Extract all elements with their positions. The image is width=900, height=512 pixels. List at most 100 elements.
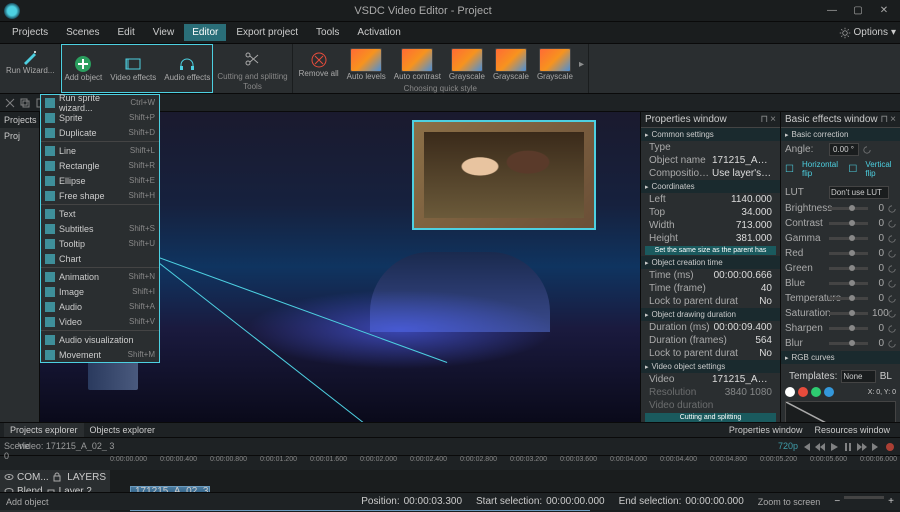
cut-icon[interactable] <box>4 97 16 109</box>
reset-icon[interactable] <box>888 295 896 303</box>
menu-item-ellipse[interactable]: EllipseShift+E <box>41 173 159 188</box>
reset-icon[interactable] <box>888 250 896 258</box>
reset-icon[interactable] <box>888 325 896 333</box>
overlay-video-clip[interactable] <box>412 120 596 230</box>
minimize-button[interactable]: — <box>820 2 844 20</box>
lock-icon[interactable] <box>52 472 62 482</box>
green-slider[interactable] <box>829 267 868 270</box>
menu-item-tooltip[interactable]: TooltipShift+U <box>41 236 159 251</box>
top-value[interactable]: 34.000 <box>741 207 772 218</box>
menu-item-rectangle[interactable]: RectangleShift+R <box>41 158 159 173</box>
menu-item-image[interactable]: ImageShift+I <box>41 284 159 299</box>
video-effects-button[interactable]: Video effects <box>108 53 158 84</box>
video-settings-section[interactable]: Video object settings <box>641 360 780 373</box>
scene-label[interactable]: Scene 0 <box>4 441 16 453</box>
projects-explorer-tab[interactable]: Projects explorer <box>4 423 84 437</box>
comp-value[interactable]: Use layer's properties <box>712 168 772 179</box>
cutting-button[interactable] <box>238 48 266 70</box>
menu-item-line[interactable]: LineShift+L <box>41 143 159 158</box>
temperature-slider[interactable] <box>829 297 868 300</box>
brightness-slider[interactable] <box>829 207 868 210</box>
effects-header[interactable]: Basic effects window ⊓× <box>781 112 900 128</box>
drawing-duration-section[interactable]: Object drawing duration <box>641 308 780 321</box>
timeline-ruler[interactable]: 0:00:00.0000:00:00.4000:00:00.8000:00:01… <box>0 456 900 470</box>
blur-slider[interactable] <box>829 342 868 345</box>
maximize-button[interactable]: ▢ <box>846 2 870 20</box>
angle-input[interactable]: 0.00 ° <box>829 143 859 156</box>
contrast-slider[interactable] <box>829 222 868 225</box>
reset-icon[interactable] <box>888 205 896 213</box>
add-object-button[interactable]: Add object <box>62 53 104 84</box>
grayscale-button-1[interactable]: Grayscale <box>447 46 487 83</box>
curve-channel-red[interactable] <box>798 387 808 397</box>
reset-icon[interactable] <box>888 310 896 318</box>
reset-icon[interactable] <box>888 235 896 243</box>
coordinates-section[interactable]: Coordinates <box>641 180 780 193</box>
menu-scenes[interactable]: Scenes <box>58 24 107 41</box>
close-button[interactable]: ✕ <box>872 2 896 20</box>
template-select[interactable]: None <box>841 370 875 383</box>
remove-all-button[interactable]: Remove all <box>297 49 341 80</box>
options-button[interactable]: Options ▾ <box>839 27 897 39</box>
auto-contrast-button[interactable]: Auto contrast <box>392 46 443 83</box>
forward-icon[interactable] <box>856 441 868 453</box>
lut-select[interactable]: Don't use LUT <box>829 186 889 199</box>
width-value[interactable]: 713.000 <box>736 220 772 231</box>
skip-start-icon[interactable] <box>800 441 812 453</box>
run-wizard-button[interactable]: Run Wizard... <box>4 46 56 77</box>
curves-graph[interactable] <box>785 401 896 422</box>
menu-item-run-sprite-wizard-[interactable]: Run sprite wizard...Ctrl+W <box>41 95 159 110</box>
sharpen-slider[interactable] <box>829 327 868 330</box>
pause-icon[interactable] <box>842 441 854 453</box>
creation-time-section[interactable]: Object creation time <box>641 256 780 269</box>
menu-item-video[interactable]: VideoShift+V <box>41 314 159 329</box>
zoom-in-icon[interactable]: + <box>888 496 894 507</box>
clip-label[interactable]: Video: 171215_A_02_ 3 <box>18 441 114 453</box>
red-slider[interactable] <box>829 252 868 255</box>
menu-view[interactable]: View <box>145 24 183 41</box>
curve-channel-green[interactable] <box>811 387 821 397</box>
close-icon[interactable]: × <box>890 114 896 125</box>
basic-correction-section[interactable]: Basic correction <box>781 128 900 141</box>
cut-split-button[interactable]: Cutting and splitting <box>645 413 776 422</box>
rewind-icon[interactable] <box>814 441 826 453</box>
blue-slider[interactable] <box>829 282 868 285</box>
menu-item-text[interactable]: Text <box>41 206 159 221</box>
saturation-slider[interactable] <box>829 312 868 315</box>
curve-channel-blue[interactable] <box>824 387 834 397</box>
reset-icon[interactable] <box>888 340 896 348</box>
resolution-badge[interactable]: 720p <box>778 441 798 453</box>
menu-export[interactable]: Export project <box>228 24 306 41</box>
close-icon[interactable]: × <box>770 114 776 125</box>
menu-activation[interactable]: Activation <box>349 24 408 41</box>
zoom-slider[interactable] <box>844 496 884 499</box>
menu-editor[interactable]: Editor <box>184 24 226 41</box>
left-value[interactable]: 1140.000 <box>731 194 772 205</box>
pin-icon[interactable]: ⊓ <box>880 114 888 125</box>
pin-icon[interactable]: ⊓ <box>760 114 768 125</box>
curve-channel-white[interactable] <box>785 387 795 397</box>
record-icon[interactable] <box>884 441 896 453</box>
menu-item-animation[interactable]: AnimationShift+N <box>41 269 159 284</box>
objects-explorer-tab[interactable]: Objects explorer <box>84 423 162 437</box>
gamma-slider[interactable] <box>829 237 868 240</box>
menu-tools[interactable]: Tools <box>308 24 347 41</box>
chevron-right-icon[interactable]: ▸ <box>579 59 584 70</box>
common-settings-section[interactable]: Common settings <box>641 128 780 141</box>
auto-levels-button[interactable]: Auto levels <box>345 46 388 83</box>
menu-item-movement[interactable]: MovementShift+M <box>41 347 159 362</box>
objname-value[interactable]: 171215_A_02_ 3 <box>712 155 772 166</box>
reset-icon[interactable] <box>888 280 896 288</box>
grayscale-button-3[interactable]: Grayscale <box>535 46 575 83</box>
zoom-to-screen-button[interactable]: Zoom to screen <box>758 497 821 507</box>
reset-icon[interactable] <box>888 220 896 228</box>
menu-item-subtitles[interactable]: SubtitlesShift+S <box>41 221 159 236</box>
reset-icon[interactable] <box>888 265 896 273</box>
projects-panel-header[interactable]: Projects <box>0 112 39 128</box>
menu-item-audio-visualization[interactable]: Audio visualization <box>41 332 159 347</box>
menu-edit[interactable]: Edit <box>109 24 142 41</box>
resources-tab[interactable]: Resources window <box>808 423 896 437</box>
reset-icon[interactable] <box>863 146 871 154</box>
audio-effects-button[interactable]: Audio effects <box>162 53 212 84</box>
project-entry[interactable]: Proj <box>0 128 39 144</box>
